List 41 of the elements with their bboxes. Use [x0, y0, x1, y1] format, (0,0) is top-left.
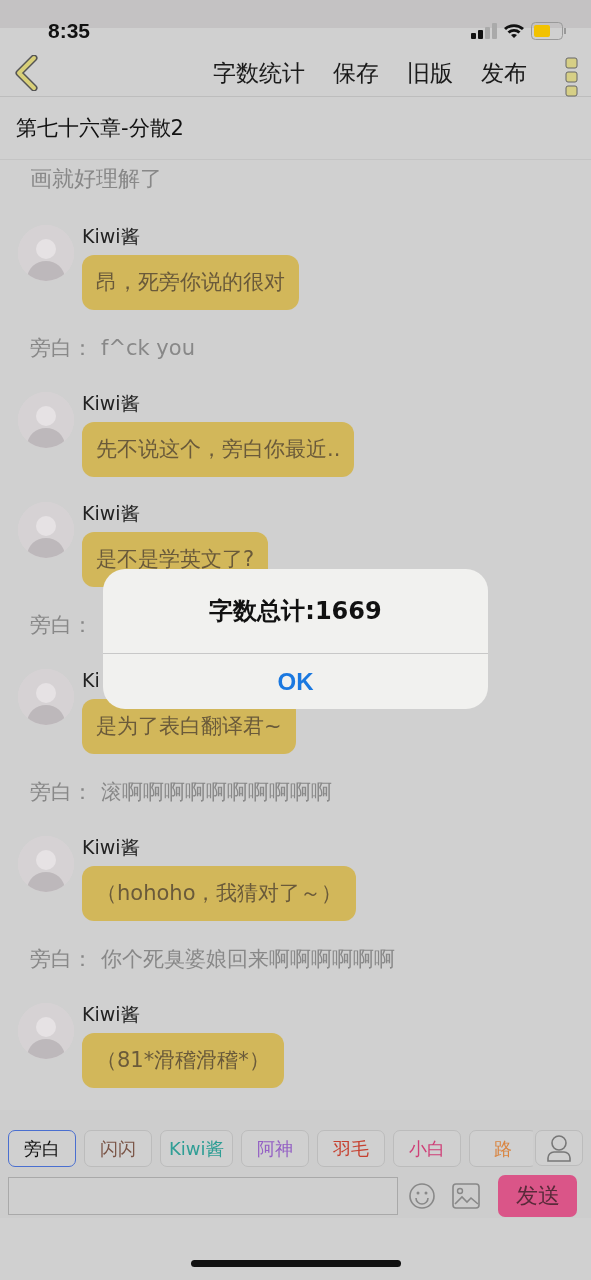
role-chip[interactable]: 阿神: [240, 1130, 309, 1167]
toolbar-action[interactable]: 保存: [333, 57, 379, 89]
smiley-icon[interactable]: [408, 1182, 436, 1210]
speaker-name: Ki: [82, 669, 100, 691]
role-chip[interactable]: Kiwi酱: [160, 1130, 233, 1167]
speaker-name: Kiwi酱: [82, 502, 140, 524]
chat-bubble: 昂，死旁你说的很对: [82, 255, 299, 310]
more-icon[interactable]: [565, 57, 579, 97]
role-chip[interactable]: 小白: [392, 1130, 461, 1167]
role-chip[interactable]: 旁白: [8, 1130, 76, 1167]
speaker-name: Kiwi酱: [82, 225, 140, 247]
speaker-label: 旁白：: [30, 780, 93, 804]
person-icon[interactable]: [535, 1130, 583, 1166]
speaker-label: 旁白：: [30, 947, 93, 971]
role-chip[interactable]: 羽毛: [316, 1130, 385, 1167]
message-input[interactable]: [8, 1177, 398, 1215]
chat-bubble: （hohoho，我猜对了～）: [82, 866, 357, 921]
speaker-label: 旁白：: [30, 336, 93, 360]
role-chip[interactable]: 闪闪: [84, 1130, 152, 1167]
back-icon[interactable]: [14, 55, 40, 91]
message-text: 你个死臭婆娘回来啊啊啊啊啊啊: [101, 947, 395, 971]
alert-title: 字数总计:1669: [103, 569, 488, 654]
speaker-name: Kiwi酱: [82, 1003, 140, 1025]
chat-bubble: 先不说这个，旁白你最近..: [82, 422, 355, 477]
chapter-title: 第七十六章-分散2: [0, 97, 591, 160]
send-button[interactable]: 发送: [498, 1175, 577, 1217]
message-text: f^ck you: [101, 336, 195, 360]
battery-icon: [531, 22, 567, 40]
status-time: 8:35: [48, 19, 91, 43]
message-text: 滚啊啊啊啊啊啊啊啊啊啊: [101, 780, 332, 804]
wifi-icon: [503, 23, 525, 39]
message-text: 画就好理解了: [29, 165, 163, 193]
signal-icon: [471, 23, 497, 39]
speaker-name: Kiwi酱: [82, 836, 140, 858]
chat-bubble: （81*滑稽滑稽*）: [82, 1033, 284, 1088]
toolbar-action[interactable]: 旧版: [407, 57, 453, 89]
toolbar-action[interactable]: 发布: [481, 57, 527, 89]
speaker-name: Kiwi酱: [82, 392, 140, 414]
image-icon[interactable]: [452, 1183, 480, 1209]
toolbar-action[interactable]: 字数统计: [213, 57, 305, 89]
speaker-label: 旁白：: [30, 613, 93, 637]
